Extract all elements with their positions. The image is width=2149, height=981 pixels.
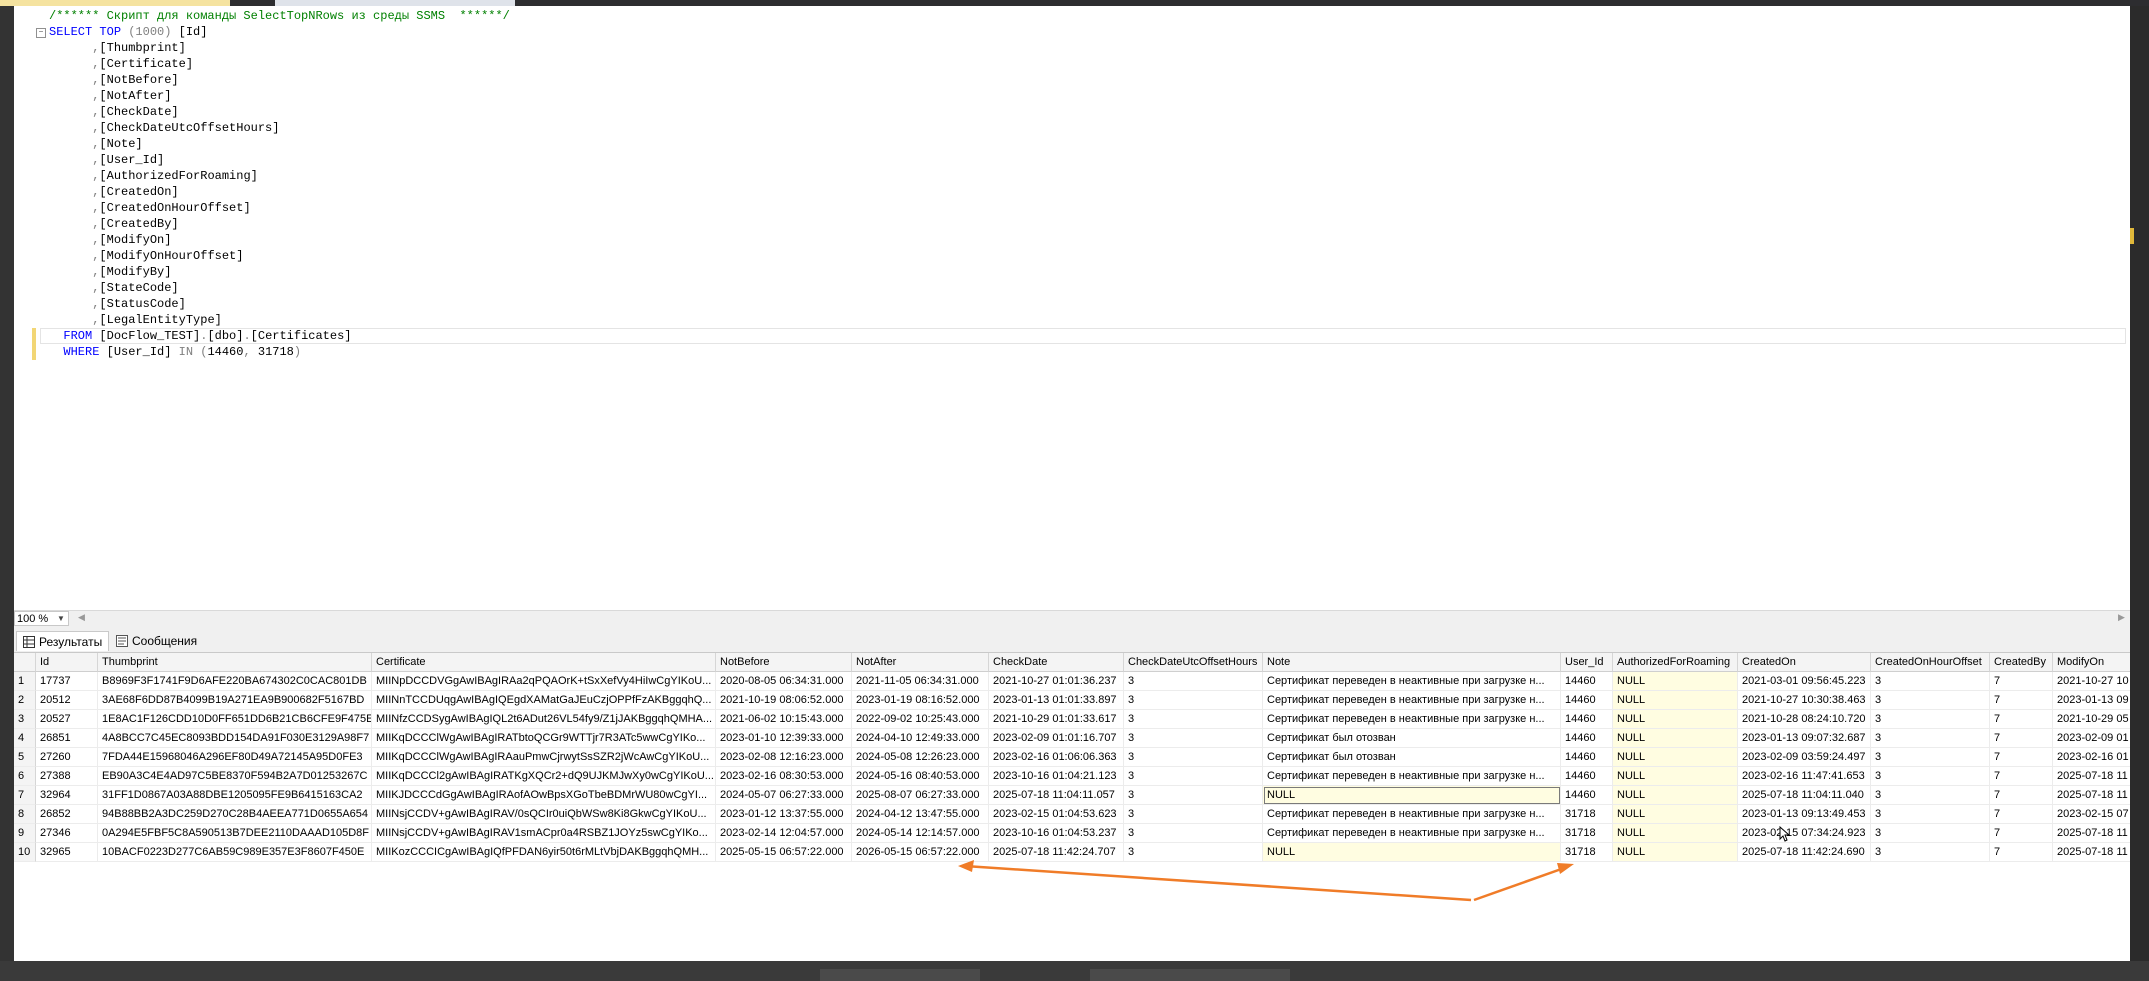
arrow-line-right bbox=[1473, 865, 1568, 902]
arrow-head-left bbox=[958, 860, 974, 872]
annotation-arrows bbox=[958, 860, 1574, 902]
arrow-head-right bbox=[1557, 863, 1574, 874]
arrow-line-left bbox=[964, 864, 1472, 902]
